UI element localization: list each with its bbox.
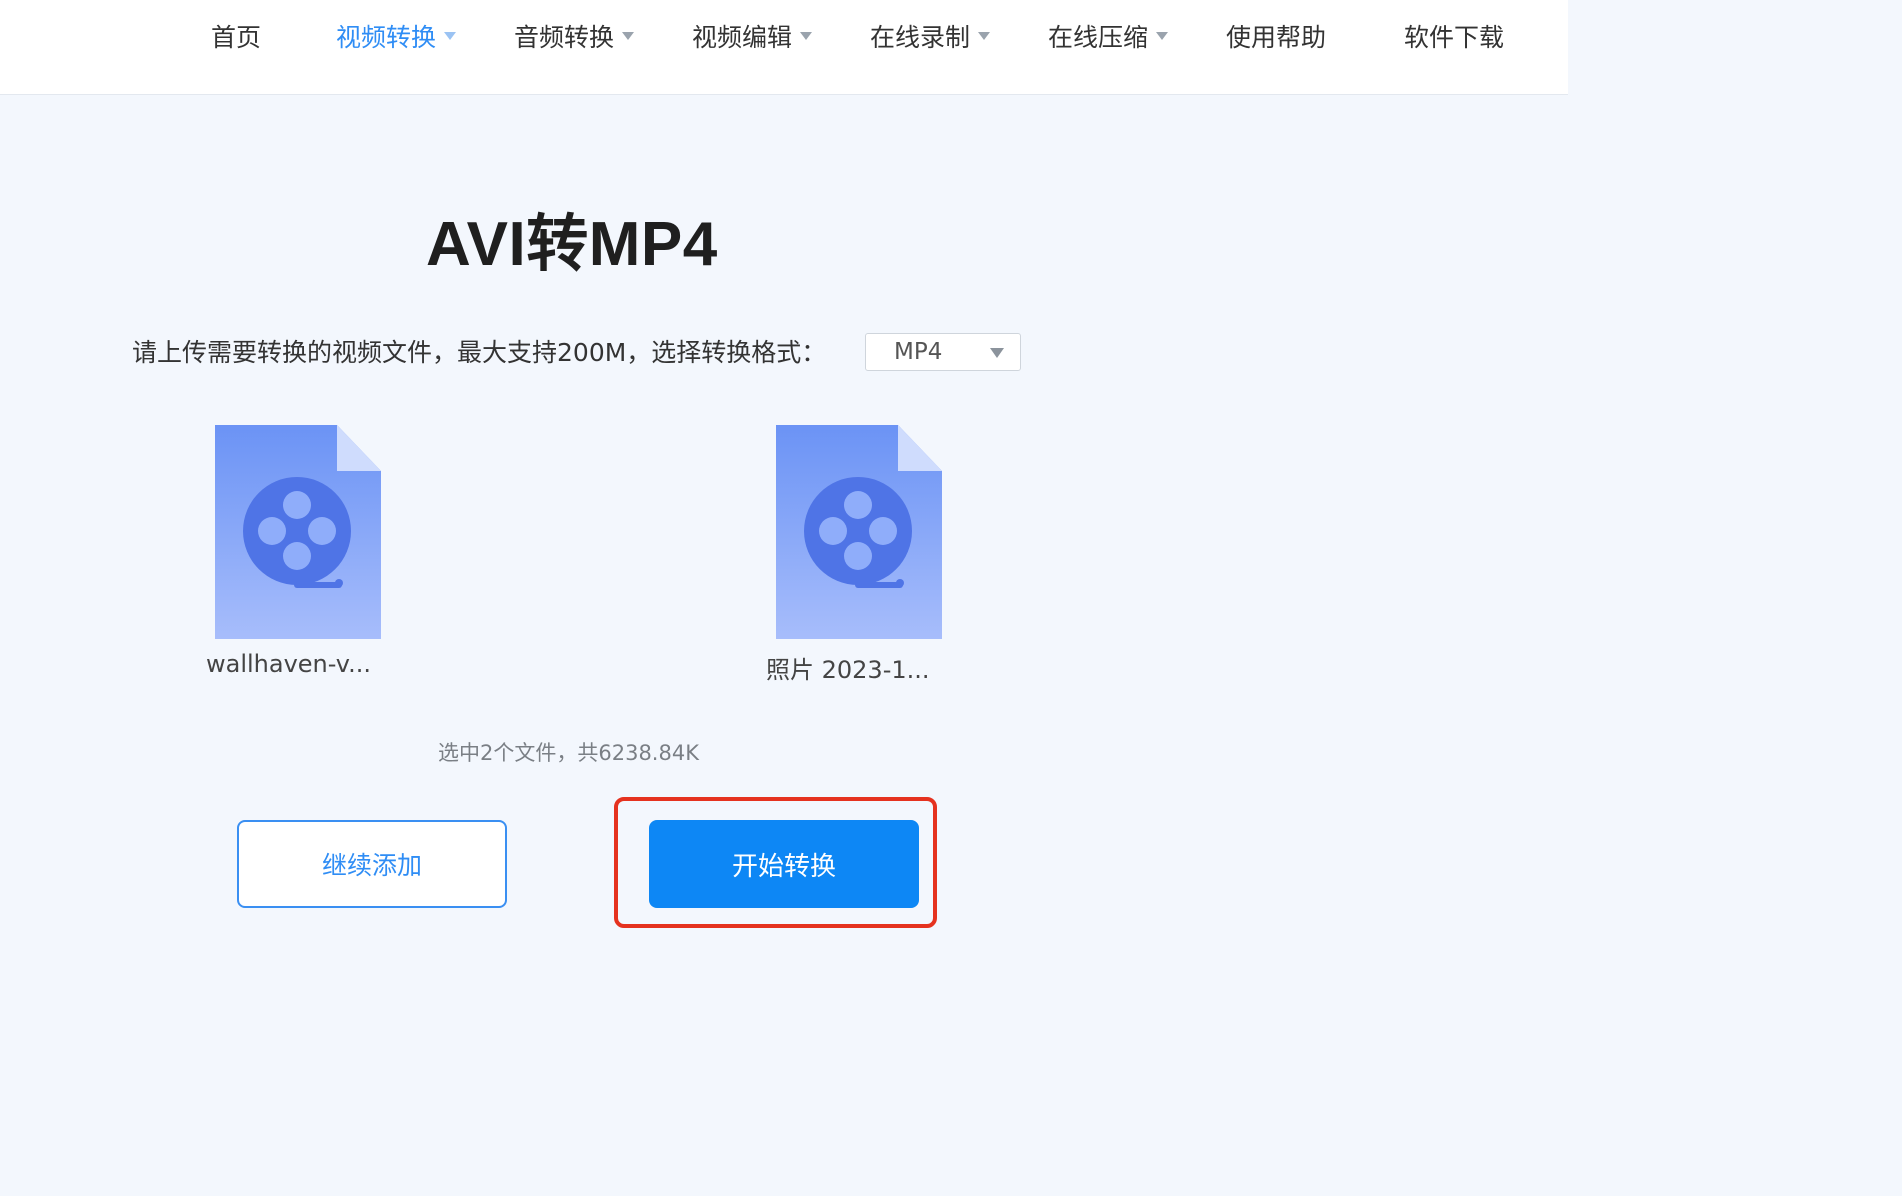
- nav-item-label: 在线压缩: [1048, 23, 1149, 52]
- nav-item-home[interactable]: 首页: [211, 18, 261, 54]
- caret-down-icon: [800, 32, 813, 40]
- nav-item-label: 首页: [211, 23, 262, 52]
- add-more-label: 继续添加: [321, 851, 422, 880]
- caret-down-icon: [444, 32, 457, 40]
- nav-item-online-compress[interactable]: 在线压缩: [1048, 18, 1169, 54]
- add-more-button[interactable]: 继续添加: [237, 820, 507, 908]
- file-item[interactable]: 照片 2023-1...: [766, 425, 976, 690]
- format-select[interactable]: MP4: [865, 333, 1021, 371]
- nav-item-label: 在线录制: [870, 23, 971, 52]
- file-name: wallhaven-v...: [206, 650, 372, 678]
- nav-item-download[interactable]: 软件下载: [1404, 18, 1504, 54]
- file-item[interactable]: wallhaven-v...: [206, 425, 415, 690]
- caret-down-icon: [1156, 32, 1169, 40]
- caret-down-icon: [978, 32, 991, 40]
- nav-item-help[interactable]: 使用帮助: [1226, 18, 1326, 54]
- nav-item-label: 音频转换: [514, 23, 615, 52]
- nav-item-video-convert[interactable]: 视频转换: [336, 18, 457, 54]
- nav-item-online-record[interactable]: 在线录制: [870, 18, 991, 54]
- video-file-icon: [776, 425, 942, 639]
- video-file-icon: [215, 425, 381, 639]
- start-convert-label: 开始转换: [731, 851, 836, 882]
- format-select-value: MP4: [894, 339, 943, 365]
- nav-item-label: 视频编辑: [692, 23, 793, 52]
- start-convert-button[interactable]: 开始转换: [649, 820, 919, 908]
- upload-instruction: 请上传需要转换的视频文件，最大支持200M，选择转换格式：: [132, 338, 827, 367]
- nav-item-video-edit[interactable]: 视频编辑: [692, 18, 813, 54]
- caret-down-icon: [622, 32, 635, 40]
- nav-item-label: 使用帮助: [1226, 23, 1327, 52]
- file-name: 照片 2023-1...: [766, 656, 930, 684]
- top-navigation: 首页 视频转换 音频转换 视频编辑 在线录制 在线压缩 使用帮助 软件下载: [0, 0, 1568, 95]
- nav-item-audio-convert[interactable]: 音频转换: [514, 18, 635, 54]
- nav-item-label: 视频转换: [336, 23, 437, 52]
- caret-down-icon: [990, 348, 1004, 358]
- selection-summary: 选中2个文件，共6238.84K: [438, 741, 699, 765]
- nav-item-label: 软件下载: [1404, 23, 1505, 52]
- page-title: AVI转MP4: [426, 210, 718, 279]
